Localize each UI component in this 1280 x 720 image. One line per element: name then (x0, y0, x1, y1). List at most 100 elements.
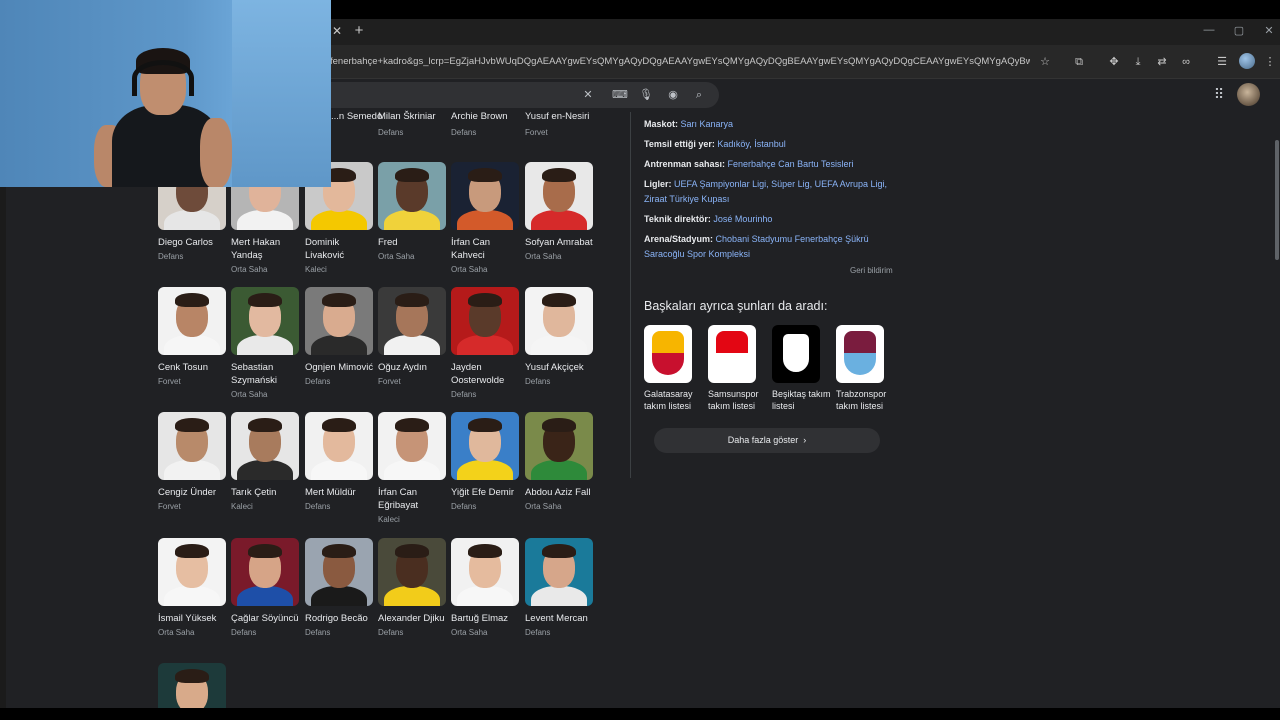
player-card[interactable]: Cenk Tosun Forvet (158, 287, 228, 388)
player-name[interactable]: Archie Brown (451, 110, 508, 123)
kp-value-link[interactable]: Sarı Kanarya (681, 119, 734, 129)
kp-value-link[interactable]: UEFA Şampiyonlar Ligi, Süper Lig, UEFA A… (644, 179, 887, 204)
show-more-button[interactable]: Daha fazla göster › (654, 428, 880, 453)
player-name[interactable]: İrfan Can Eğribayat (378, 486, 448, 512)
player-card[interactable]: Çağlar Söyüncü Defans (231, 538, 301, 639)
player-name[interactable]: Tarık Çetin (231, 486, 301, 499)
team-crest-icon[interactable] (708, 325, 756, 383)
player-photo[interactable] (231, 538, 299, 606)
player-card[interactable]: Yiğit Efe Demir Defans (451, 412, 521, 513)
player-photo[interactable] (378, 538, 446, 606)
google-apps-icon[interactable]: ⠿ (1211, 86, 1227, 102)
player-photo[interactable] (305, 412, 373, 480)
player-card[interactable]: Abdou Aziz Fall Orta Saha (525, 412, 595, 513)
player-photo[interactable] (158, 538, 226, 606)
player-name[interactable]: Fred (378, 236, 448, 249)
sidebar-icon[interactable]: ☰ (1213, 53, 1231, 71)
player-name[interactable]: Sofyan Amrabat (525, 236, 595, 249)
player-photo[interactable] (378, 412, 446, 480)
clear-search-icon[interactable]: ✕ (579, 86, 597, 104)
player-photo[interactable] (231, 412, 299, 480)
player-card[interactable]: Mert Müldür Defans (305, 412, 375, 513)
account-avatar[interactable] (1237, 83, 1260, 106)
menu-kebab-icon[interactable]: ⋮ (1261, 53, 1279, 71)
player-name[interactable]: İrfan Can Kahveci (451, 236, 521, 262)
player-card[interactable]: Rodrigo Becão Defans (305, 538, 375, 639)
kp-value-link[interactable]: José Mourinho (713, 214, 772, 224)
player-name[interactable]: Yiğit Efe Demir (451, 486, 521, 499)
search-icon[interactable]: ⌕ (690, 86, 708, 104)
player-name[interactable]: Çağlar Söyüncü (231, 612, 301, 625)
player-name[interactable]: İsmail Yüksek (158, 612, 228, 625)
minimize-icon[interactable]: — (1201, 24, 1217, 36)
link-icon[interactable]: ∞ (1177, 53, 1195, 71)
address-bar[interactable]: fenerbahçe+kadro&gs_lcrp=EgZjaHJvbWUqDQg… (330, 54, 1030, 70)
player-photo[interactable] (451, 538, 519, 606)
player-name[interactable]: Oğuz Aydın (378, 361, 448, 374)
related-team-card[interactable]: Samsunspor takım listesi (708, 325, 768, 412)
puzzle-icon[interactable]: ✥ (1105, 53, 1123, 71)
related-team-card[interactable]: Trabzonspor takım listesi (836, 325, 896, 412)
player-card[interactable]: Jayden Oosterwolde Defans (451, 287, 521, 401)
player-name[interactable]: Diego Carlos (158, 236, 228, 249)
player-card[interactable]: Bartuğ Elmaz Orta Saha (451, 538, 521, 639)
player-photo[interactable] (305, 538, 373, 606)
google-search-box[interactable] (330, 82, 719, 108)
player-card[interactable]: Oğuz Aydın Forvet (378, 287, 448, 388)
tab-close-icon[interactable]: ✕ (329, 23, 345, 39)
player-name[interactable]: Mert Hakan Yandaş (231, 236, 301, 262)
player-photo[interactable] (525, 162, 593, 230)
player-photo[interactable] (158, 412, 226, 480)
player-name[interactable]: Ognjen Mimović (305, 361, 375, 374)
team-name[interactable]: Trabzonspor takım listesi (836, 388, 896, 412)
download-icon[interactable]: ⤓ (1129, 53, 1147, 71)
player-name[interactable]: Bartuğ Elmaz (451, 612, 521, 625)
player-name[interactable]: Rodrigo Becão (305, 612, 375, 625)
player-card[interactable]: Yusuf Akçiçek Defans (525, 287, 595, 388)
browser-profile-icon[interactable] (1239, 53, 1255, 69)
player-card[interactable]: Alexander Djiku Defans (378, 538, 448, 639)
related-team-card[interactable]: Beşiktaş takım listesi (772, 325, 832, 412)
player-name[interactable]: Alexander Djiku (378, 612, 448, 625)
player-photo[interactable] (525, 287, 593, 355)
team-name[interactable]: Beşiktaş takım listesi (772, 388, 832, 412)
feedback-link[interactable]: Geri bildirim (850, 266, 893, 275)
player-photo[interactable] (525, 538, 593, 606)
player-card[interactable]: Tarık Çetin Kaleci (231, 412, 301, 513)
extension-icon[interactable]: ⧉ (1070, 53, 1088, 71)
player-name[interactable]: Mert Müldür (305, 486, 375, 499)
player-name[interactable]: Cenk Tosun (158, 361, 228, 374)
player-photo[interactable] (231, 287, 299, 355)
player-card[interactable]: Sofyan Amrabat Orta Saha (525, 162, 595, 263)
player-card[interactable]: Cengiz Ünder Forvet (158, 412, 228, 513)
player-photo[interactable] (525, 412, 593, 480)
new-tab-icon[interactable]: + (351, 23, 367, 39)
player-name[interactable]: Cengiz Ünder (158, 486, 228, 499)
player-photo[interactable] (378, 287, 446, 355)
lens-camera-icon[interactable]: ◉ (664, 86, 682, 104)
player-card[interactable]: Levent Mercan Defans (525, 538, 595, 639)
player-card[interactable]: İsmail Yüksek Orta Saha (158, 538, 228, 639)
team-name[interactable]: Galatasaray takım listesi (644, 388, 704, 412)
player-card[interactable]: Fred Orta Saha (378, 162, 448, 263)
maximize-icon[interactable]: ▢ (1231, 24, 1247, 37)
player-name[interactable]: Levent Mercan (525, 612, 595, 625)
team-crest-icon[interactable] (772, 325, 820, 383)
team-name[interactable]: Samsunspor takım listesi (708, 388, 768, 412)
player-card[interactable]: İrfan Can Kahveci Orta Saha (451, 162, 521, 276)
related-team-card[interactable]: Galatasaray takım listesi (644, 325, 704, 412)
player-photo[interactable] (378, 162, 446, 230)
player-photo[interactable] (305, 287, 373, 355)
window-close-icon[interactable]: ✕ (1261, 24, 1277, 37)
bookmark-star-icon[interactable]: ☆ (1036, 53, 1054, 71)
player-name[interactable]: Yusuf en-Nesiri (525, 110, 589, 123)
team-crest-icon[interactable] (644, 325, 692, 383)
player-name[interactable]: Milan Škriniar (378, 110, 436, 123)
player-name[interactable]: Yusuf Akçiçek (525, 361, 595, 374)
player-name[interactable]: Jayden Oosterwolde (451, 361, 521, 387)
player-photo[interactable] (451, 412, 519, 480)
keyboard-icon[interactable]: ⌨ (611, 86, 629, 104)
microphone-icon[interactable]: 🎙 (637, 86, 655, 104)
scrollbar[interactable] (1275, 140, 1279, 260)
player-name[interactable]: ...n Semedo (331, 110, 382, 123)
